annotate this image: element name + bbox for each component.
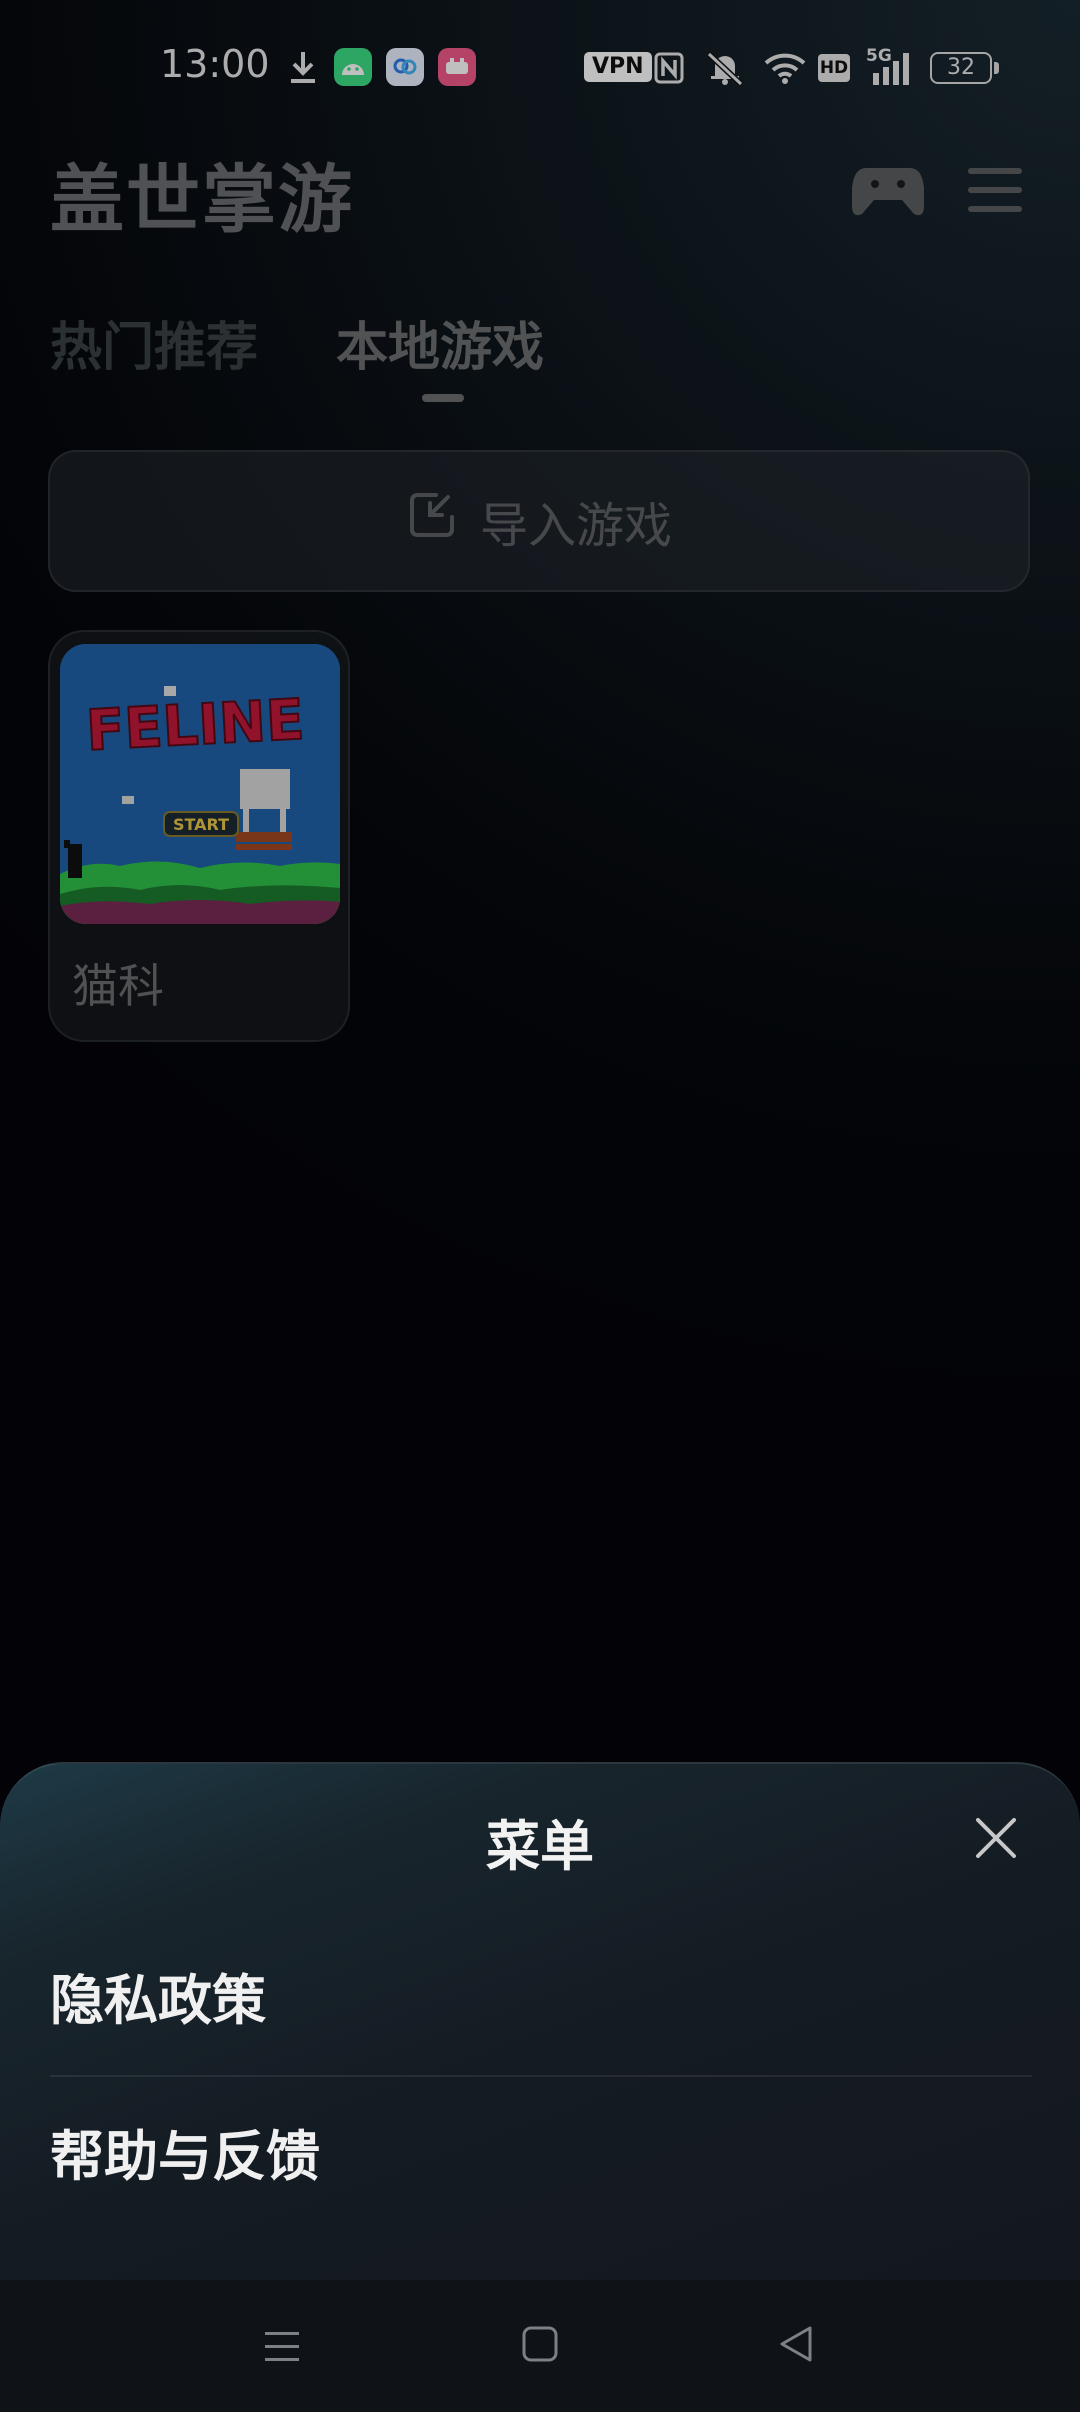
menu-title: 菜单 xyxy=(486,1815,594,1878)
back-icon[interactable] xyxy=(776,2324,816,2364)
close-icon[interactable] xyxy=(972,1814,1020,1862)
home-icon[interactable] xyxy=(520,2324,560,2364)
menu-item-privacy-policy[interactable]: 隐私政策 xyxy=(50,1956,266,2035)
menu-bottom-sheet: 菜单 隐私政策 帮助与反馈 xyxy=(0,1762,1080,2284)
menu-item-help-feedback[interactable]: 帮助与反馈 xyxy=(50,2112,320,2191)
menu-divider xyxy=(50,2075,1032,2077)
recent-apps-icon[interactable] xyxy=(262,2326,302,2366)
navigation-bar xyxy=(0,2280,1080,2412)
